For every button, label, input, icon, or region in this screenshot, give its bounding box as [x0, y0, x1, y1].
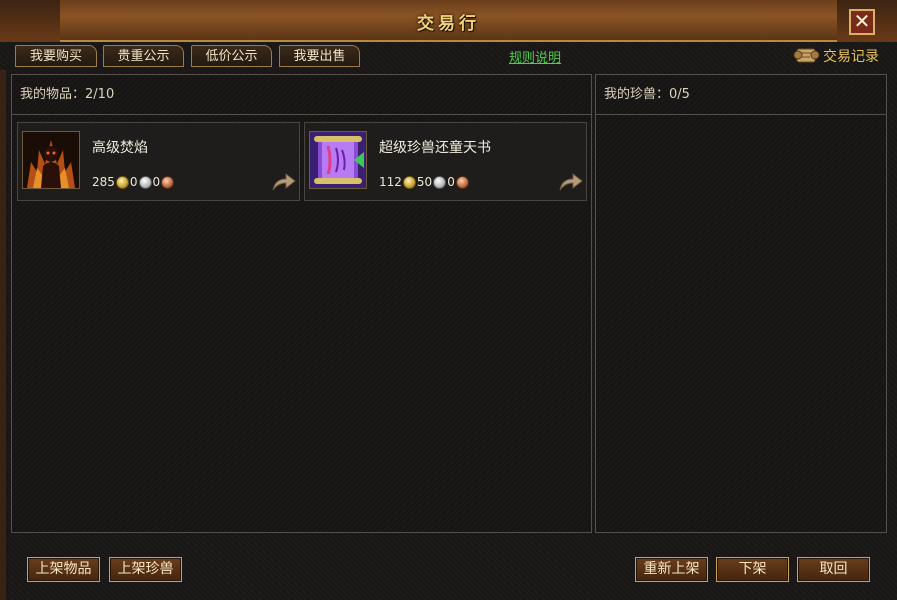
- price-gold: 285: [92, 175, 115, 189]
- tab-lowprice-notice[interactable]: 低价公示: [191, 45, 272, 67]
- gold-coin-icon: [402, 175, 416, 189]
- tab-buy[interactable]: 我要购买: [15, 45, 97, 67]
- tab-sell[interactable]: 我要出售: [279, 45, 360, 67]
- purple-scroll-icon: [309, 131, 367, 189]
- left-border: [0, 70, 6, 600]
- copper-coin-icon: [161, 175, 175, 189]
- my-items-panel: 我的物品：2/10 高级焚焰 285 0 0 超级珍兽还童天书 112 50 0: [11, 74, 592, 533]
- my-pets-label: 我的珍兽：: [604, 87, 670, 102]
- item-price: 285 0 0: [92, 175, 175, 189]
- trade-records-button[interactable]: 交易记录: [793, 43, 879, 69]
- my-items-count: 2/10: [85, 87, 115, 102]
- item-card[interactable]: 超级珍兽还童天书 112 50 0: [304, 122, 587, 201]
- window-title: 交易行: [417, 14, 480, 34]
- scroll-icon: [793, 48, 820, 63]
- retrieve-button[interactable]: 取回: [797, 557, 870, 582]
- my-pets-count: 0/5: [669, 87, 690, 102]
- price-gold: 112: [379, 175, 402, 189]
- price-silver: 0: [129, 175, 138, 189]
- silver-coin-icon: [433, 175, 447, 189]
- price-copper: 0: [152, 175, 161, 189]
- my-pets-header: 我的珍兽：0/5: [596, 75, 886, 115]
- trade-records-label: 交易记录: [823, 49, 879, 65]
- item-name: 高级焚焰: [92, 140, 148, 156]
- flame-demon-icon: [22, 131, 80, 189]
- relist-button[interactable]: 重新上架: [635, 557, 708, 582]
- list-pet-button[interactable]: 上架珍兽: [109, 557, 182, 582]
- item-price: 112 50 0: [379, 175, 470, 189]
- list-item-button[interactable]: 上架物品: [27, 557, 100, 582]
- price-copper: 0: [447, 175, 455, 189]
- trading-window: 交易行 ✕ 我要购买 贵重公示 低价公示 我要出售 规则说明 交易记录 我的物品…: [0, 0, 897, 600]
- price-silver: 50: [416, 175, 433, 189]
- share-arrow-icon[interactable]: [271, 170, 297, 194]
- item-name: 超级珍兽还童天书: [379, 140, 491, 156]
- tab-valuable-notice[interactable]: 贵重公示: [103, 45, 184, 67]
- my-pets-panel: 我的珍兽：0/5: [595, 74, 887, 533]
- gold-coin-icon: [115, 175, 129, 189]
- rules-link[interactable]: 规则说明: [509, 47, 561, 66]
- my-items-label: 我的物品：: [20, 87, 86, 102]
- title-bar: 交易行 ✕: [0, 0, 897, 42]
- share-arrow-icon[interactable]: [558, 170, 584, 194]
- delist-button[interactable]: 下架: [716, 557, 789, 582]
- item-card[interactable]: 高级焚焰 285 0 0: [17, 122, 300, 201]
- close-button[interactable]: ✕: [849, 9, 875, 35]
- copper-coin-icon: [455, 175, 469, 189]
- my-items-header: 我的物品：2/10: [12, 75, 591, 115]
- silver-coin-icon: [138, 175, 152, 189]
